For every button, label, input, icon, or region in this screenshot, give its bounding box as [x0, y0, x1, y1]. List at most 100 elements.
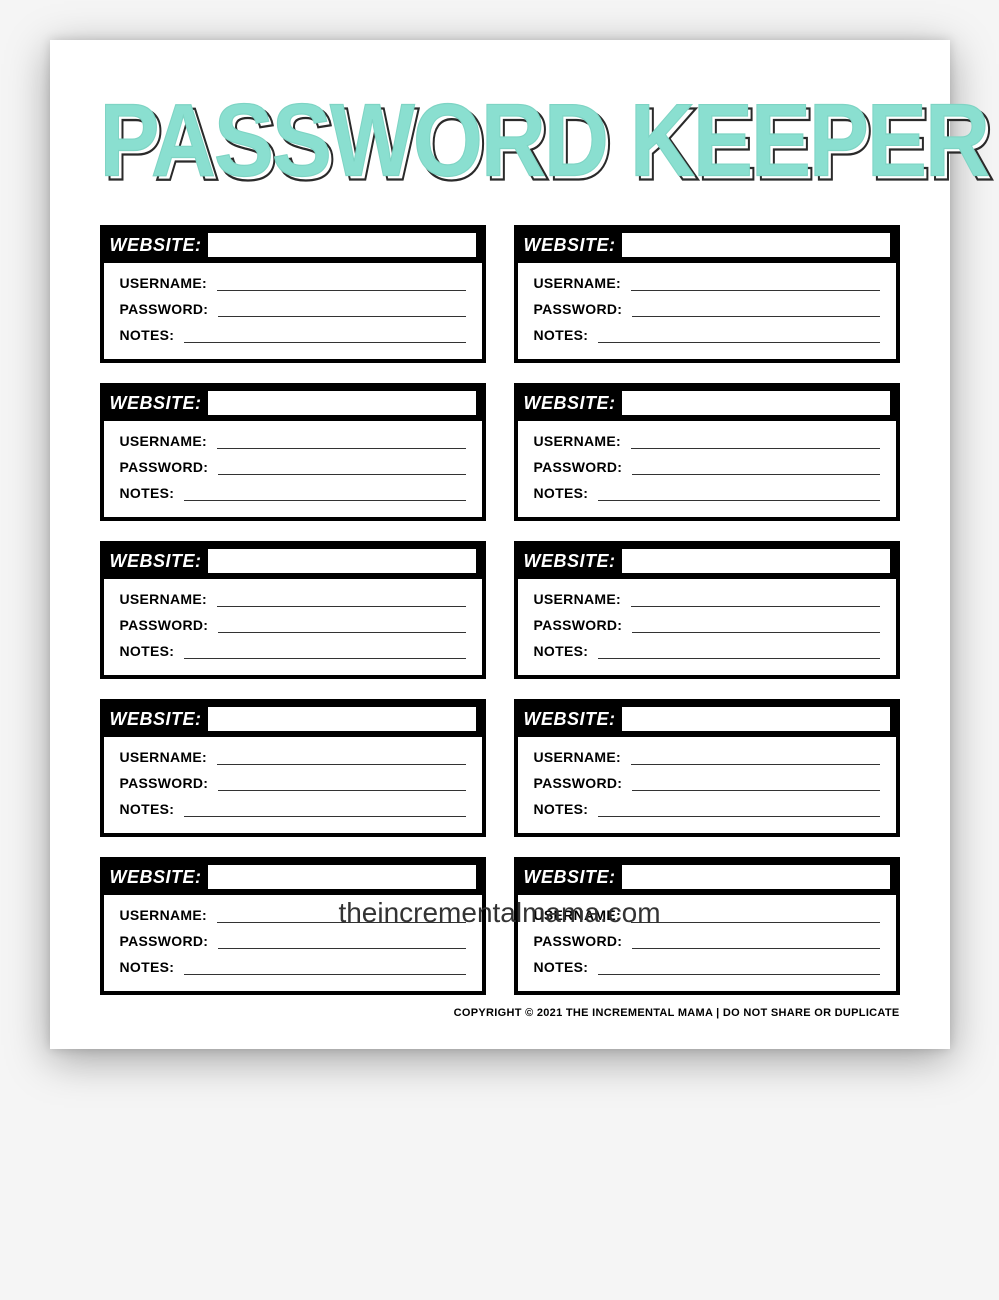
notes-line[interactable]: [598, 801, 879, 817]
password-card: WEBSITE: USERNAME: PASSWORD: NOTES:: [514, 383, 900, 521]
website-label: WEBSITE:: [524, 393, 616, 414]
username-line[interactable]: [217, 591, 466, 607]
username-line[interactable]: [217, 275, 466, 291]
username-row: USERNAME:: [534, 433, 880, 449]
notes-line[interactable]: [598, 485, 879, 501]
card-body: USERNAME: PASSWORD: NOTES:: [518, 421, 896, 517]
password-label: PASSWORD:: [120, 459, 209, 475]
notes-row: NOTES:: [120, 801, 466, 817]
username-row: USERNAME:: [534, 907, 880, 923]
username-row: USERNAME:: [120, 749, 466, 765]
username-label: USERNAME:: [534, 749, 621, 765]
username-row: USERNAME:: [120, 591, 466, 607]
password-row: PASSWORD:: [120, 775, 466, 791]
card-header: WEBSITE:: [104, 861, 482, 895]
website-field[interactable]: [622, 707, 890, 731]
username-row: USERNAME:: [534, 591, 880, 607]
website-field[interactable]: [622, 865, 890, 889]
notes-line[interactable]: [184, 643, 465, 659]
card-header: WEBSITE:: [518, 545, 896, 579]
password-label: PASSWORD:: [120, 775, 209, 791]
notes-label: NOTES:: [120, 959, 175, 975]
password-line[interactable]: [218, 775, 465, 791]
notes-label: NOTES:: [120, 801, 175, 817]
notes-line[interactable]: [184, 959, 465, 975]
password-label: PASSWORD:: [534, 459, 623, 475]
password-card: WEBSITE: USERNAME: PASSWORD: NOTES:: [100, 383, 486, 521]
username-label: USERNAME:: [120, 907, 207, 923]
notes-line[interactable]: [598, 643, 879, 659]
password-label: PASSWORD:: [534, 617, 623, 633]
password-row: PASSWORD:: [120, 933, 466, 949]
notes-label: NOTES:: [534, 959, 589, 975]
notes-row: NOTES:: [534, 801, 880, 817]
password-line[interactable]: [632, 617, 879, 633]
username-line[interactable]: [631, 275, 880, 291]
card-header: WEBSITE:: [104, 545, 482, 579]
notes-row: NOTES:: [120, 485, 466, 501]
notes-label: NOTES:: [534, 327, 589, 343]
username-line[interactable]: [217, 433, 466, 449]
password-line[interactable]: [632, 301, 879, 317]
password-line[interactable]: [632, 459, 879, 475]
username-line[interactable]: [631, 749, 880, 765]
password-line[interactable]: [632, 775, 879, 791]
password-line[interactable]: [218, 617, 465, 633]
card-body: USERNAME: PASSWORD: NOTES:: [104, 895, 482, 991]
website-label: WEBSITE:: [524, 551, 616, 572]
website-field[interactable]: [208, 865, 476, 889]
username-label: USERNAME:: [120, 433, 207, 449]
card-header: WEBSITE:: [104, 387, 482, 421]
username-line[interactable]: [217, 749, 466, 765]
password-label: PASSWORD:: [120, 933, 209, 949]
username-label: USERNAME:: [534, 275, 621, 291]
password-line[interactable]: [632, 933, 879, 949]
notes-line[interactable]: [184, 801, 465, 817]
password-card: WEBSITE: USERNAME: PASSWORD: NOTES:: [100, 541, 486, 679]
card-header: WEBSITE:: [104, 229, 482, 263]
password-label: PASSWORD:: [534, 933, 623, 949]
username-row: USERNAME:: [120, 907, 466, 923]
card-body: USERNAME: PASSWORD: NOTES:: [104, 421, 482, 517]
password-line[interactable]: [218, 459, 465, 475]
document-page: PASSWORD KEEPER PASSWORD KEEPER WEBSITE:…: [50, 40, 950, 1049]
website-field[interactable]: [622, 391, 890, 415]
username-line[interactable]: [217, 907, 466, 923]
website-field[interactable]: [208, 707, 476, 731]
password-line[interactable]: [218, 301, 465, 317]
card-body: USERNAME: PASSWORD: NOTES:: [518, 895, 896, 991]
website-field[interactable]: [208, 549, 476, 573]
website-label: WEBSITE:: [110, 867, 202, 888]
password-line[interactable]: [218, 933, 465, 949]
website-field[interactable]: [622, 233, 890, 257]
username-label: USERNAME:: [120, 591, 207, 607]
notes-label: NOTES:: [534, 643, 589, 659]
card-header: WEBSITE:: [518, 703, 896, 737]
notes-line[interactable]: [184, 485, 465, 501]
card-body: USERNAME: PASSWORD: NOTES:: [104, 737, 482, 833]
copyright-text: COPYRIGHT © 2021 THE INCREMENTAL MAMA | …: [100, 1007, 900, 1019]
website-label: WEBSITE:: [524, 867, 616, 888]
username-row: USERNAME:: [534, 749, 880, 765]
card-body: USERNAME: PASSWORD: NOTES:: [104, 263, 482, 359]
website-field[interactable]: [208, 233, 476, 257]
username-line[interactable]: [631, 433, 880, 449]
username-line[interactable]: [631, 907, 880, 923]
card-header: WEBSITE:: [518, 387, 896, 421]
password-row: PASSWORD:: [534, 301, 880, 317]
notes-line[interactable]: [598, 959, 879, 975]
username-line[interactable]: [631, 591, 880, 607]
notes-line[interactable]: [184, 327, 465, 343]
password-label: PASSWORD:: [534, 775, 623, 791]
website-label: WEBSITE:: [110, 551, 202, 572]
password-row: PASSWORD:: [120, 617, 466, 633]
notes-label: NOTES:: [534, 485, 589, 501]
password-card: WEBSITE: USERNAME: PASSWORD: NOTES:: [514, 857, 900, 995]
password-card: WEBSITE: USERNAME: PASSWORD: NOTES:: [514, 699, 900, 837]
website-field[interactable]: [208, 391, 476, 415]
notes-row: NOTES:: [534, 959, 880, 975]
website-field[interactable]: [622, 549, 890, 573]
card-body: USERNAME: PASSWORD: NOTES:: [518, 263, 896, 359]
notes-line[interactable]: [598, 327, 879, 343]
card-body: USERNAME: PASSWORD: NOTES:: [104, 579, 482, 675]
